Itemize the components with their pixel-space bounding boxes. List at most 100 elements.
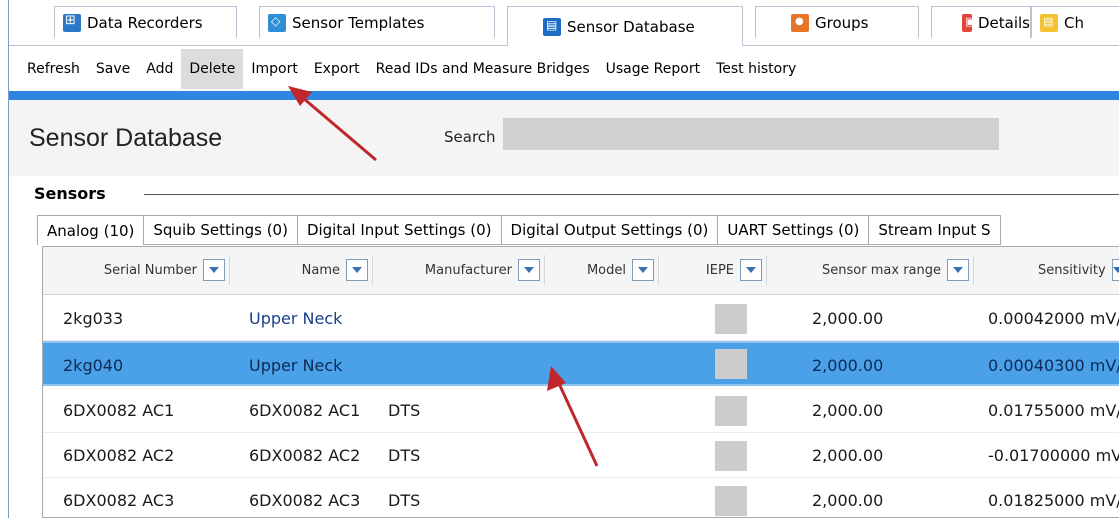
tab-digital-input-settings[interactable]: Digital Input Settings (0) [296,215,501,245]
sensors-section-title: Sensors [34,184,106,203]
column-header-manufacturer[interactable]: Manufacturer [372,255,544,285]
export-button[interactable]: Export [306,49,368,89]
details-icon [962,13,975,32]
sensor-type-tabs: Analog (10) Squib Settings (0) Digital I… [37,215,1119,245]
save-button[interactable]: Save [88,49,138,89]
column-label: Model [586,262,626,278]
tab-groups[interactable]: Groups [755,6,919,38]
tab-digital-output-settings[interactable]: Digital Output Settings (0) [500,215,718,245]
tab-details[interactable]: Details [931,6,1031,38]
column-header-serial-number[interactable]: Serial Number [43,255,229,285]
cell-manufacturer: DTS [388,446,421,465]
data-recorders-icon [63,13,81,32]
filter-dropdown-icon[interactable] [346,259,368,281]
iepe-checkbox[interactable] [715,441,747,471]
app-window: Data Recorders Sensor Templates Sensor D… [8,0,1119,518]
tab-label: Groups [815,13,869,32]
refresh-button[interactable]: Refresh [9,49,88,89]
tab-checkout[interactable]: Ch [1031,6,1119,38]
tab-sensor-templates[interactable]: Sensor Templates [259,6,495,38]
table-row[interactable]: 6DX0082 AC1 6DX0082 AC1 DTS 2,000.00 0.0… [43,388,1119,433]
column-label: Name [301,262,340,278]
cell-name: Upper Neck [249,309,343,328]
page-header: Sensor Database Search [9,100,1119,176]
tab-label: Data Recorders [87,13,203,32]
test-history-button[interactable]: Test history [708,49,804,89]
cell-manufacturer: DTS [388,491,421,510]
table-row-selected[interactable]: 2kg040 Upper Neck 2,000.00 0.00040300 mV… [43,341,1119,386]
sensor-templates-icon [268,13,286,32]
cell-serial: 6DX0082 AC3 [63,491,175,510]
sensor-grid: Serial Number Name Manufacturer Model IE… [42,246,1119,518]
cell-sensitivity: 0.00040300 mV/ [988,356,1119,375]
column-label: Sensitivity [1038,262,1106,278]
tab-squib-settings[interactable]: Squib Settings (0) [143,215,297,245]
column-label: Manufacturer [424,262,512,278]
filter-dropdown-icon[interactable] [518,259,540,281]
table-row[interactable]: 6DX0082 AC2 6DX0082 AC2 DTS 2,000.00 -0.… [43,433,1119,478]
page-title: Sensor Database [29,124,223,152]
search-input[interactable] [503,118,999,150]
cell-range: 2,000.00 [812,491,884,510]
tab-label: Details [977,13,1030,32]
column-header-iepe[interactable]: IEPE [658,255,766,285]
filter-dropdown-icon[interactable] [740,259,762,281]
column-label: Serial Number [103,262,197,278]
usage-report-button[interactable]: Usage Report [598,49,708,89]
tab-label: Ch [1064,13,1084,32]
checkout-icon [1040,13,1058,32]
grid-header: Serial Number Name Manufacturer Model IE… [43,247,1119,295]
section-divider [144,194,1119,195]
filter-dropdown-icon[interactable] [1111,259,1119,281]
iepe-checkbox[interactable] [715,349,747,379]
table-row[interactable]: 6DX0082 AC3 6DX0082 AC3 DTS 2,000.00 0.0… [43,478,1119,517]
sensor-database-icon [543,17,561,36]
read-ids-button[interactable]: Read IDs and Measure Bridges [368,49,598,89]
column-header-name[interactable]: Name [229,255,372,285]
cell-range: 2,000.00 [812,401,884,420]
filter-dropdown-icon[interactable] [632,259,654,281]
cell-range: 2,000.00 [812,356,884,375]
cell-name: 6DX0082 AC2 [249,446,361,465]
cell-sensitivity: 0.00042000 mV/ [988,309,1119,328]
tab-label: Sensor Database [567,17,695,36]
import-button[interactable]: Import [243,49,305,89]
table-row[interactable]: 2kg033 Upper Neck 2,000.00 0.00042000 mV… [43,296,1119,341]
cell-sensitivity: -0.01700000 mV [988,446,1119,465]
cell-manufacturer: DTS [388,401,421,420]
cell-range: 2,000.00 [812,309,884,328]
filter-dropdown-icon[interactable] [947,259,969,281]
cell-sensitivity: 0.01825000 mV/ [988,491,1119,510]
toolbar-divider [9,91,1119,100]
filter-dropdown-icon[interactable] [203,259,225,281]
cell-name: 6DX0082 AC1 [249,401,361,420]
tab-analog[interactable]: Analog (10) [37,215,144,245]
iepe-checkbox[interactable] [715,396,747,426]
tab-data-recorders[interactable]: Data Recorders [54,6,237,38]
column-header-model[interactable]: Model [544,255,658,285]
column-label: IEPE [705,262,734,278]
cell-range: 2,000.00 [812,446,884,465]
iepe-checkbox[interactable] [715,304,747,334]
toolbar: Refresh Save Add Delete Import Export Re… [9,47,1119,91]
main-tab-strip: Data Recorders Sensor Templates Sensor D… [9,0,1119,46]
cell-sensitivity: 0.01755000 mV/ [988,401,1119,420]
cell-serial: 6DX0082 AC2 [63,446,175,465]
groups-icon [791,13,809,32]
column-label: Sensor max range [822,262,941,278]
delete-button[interactable]: Delete [181,49,244,89]
tab-stream-input-settings[interactable]: Stream Input S [868,215,1001,245]
add-button[interactable]: Add [138,49,181,89]
cell-name: 6DX0082 AC3 [249,491,361,510]
column-header-sensitivity[interactable]: Sensitivity [973,255,1119,285]
cell-serial: 2kg040 [63,356,124,375]
tab-label: Sensor Templates [292,13,425,32]
cell-serial: 2kg033 [63,309,124,328]
cell-name: Upper Neck [249,356,343,375]
iepe-checkbox[interactable] [715,486,747,516]
cell-serial: 6DX0082 AC1 [63,401,175,420]
column-header-sensor-max-range[interactable]: Sensor max range [766,255,973,285]
tab-uart-settings[interactable]: UART Settings (0) [717,215,869,245]
tab-sensor-database[interactable]: Sensor Database [507,6,743,46]
search-label: Search [444,128,496,146]
